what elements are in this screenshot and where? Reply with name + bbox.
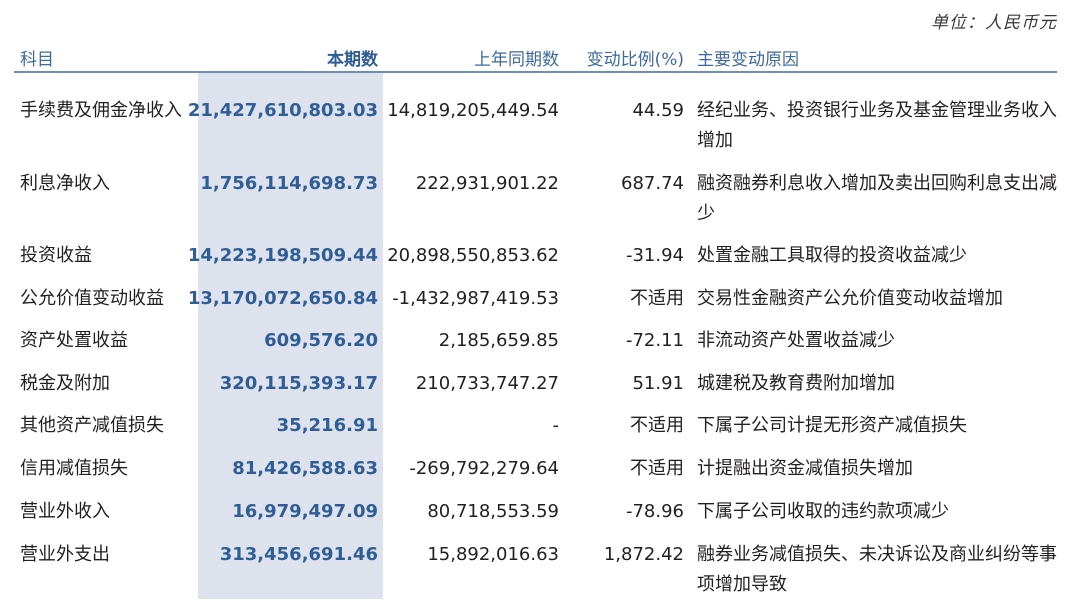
header-prior: 上年同期数 bbox=[474, 50, 559, 70]
row-current: 81,426,588.63 bbox=[232, 458, 378, 479]
row-prior: 14,819,205,449.54 bbox=[387, 100, 559, 121]
row-prior: -269,792,279.64 bbox=[409, 458, 559, 479]
row-subject: 营业外支出 bbox=[20, 544, 110, 565]
row-change: 51.91 bbox=[632, 373, 684, 394]
row-prior: 2,185,659.85 bbox=[438, 330, 559, 351]
row-subject: 税金及附加 bbox=[20, 373, 110, 394]
row-current: 609,576.20 bbox=[264, 330, 378, 351]
row-prior: 15,892,016.63 bbox=[427, 544, 559, 565]
row-prior: 20,898,550,853.62 bbox=[387, 245, 559, 266]
header-reason: 主要变动原因 bbox=[697, 50, 799, 70]
row-current: 313,456,691.46 bbox=[219, 544, 378, 565]
row-subject: 公允价值变动收益 bbox=[20, 288, 164, 309]
row-change: 不适用 bbox=[630, 458, 684, 479]
row-subject: 信用减值损失 bbox=[20, 458, 128, 479]
row-prior: 80,718,553.59 bbox=[427, 501, 559, 522]
row-reason: 计提融出资金减值损失增加 bbox=[697, 458, 913, 479]
row-current: 1,756,114,698.73 bbox=[200, 173, 378, 194]
row-reason: 城建税及教育费附加增加 bbox=[697, 373, 895, 394]
row-change: -31.94 bbox=[625, 245, 684, 266]
row-current: 21,427,610,803.03 bbox=[187, 100, 378, 121]
row-change: 不适用 bbox=[630, 288, 684, 309]
header-divider bbox=[14, 71, 1057, 73]
row-reason: 处置金融工具取得的投资收益减少 bbox=[697, 245, 967, 266]
row-current: 16,979,497.09 bbox=[232, 501, 378, 522]
row-reason: 融资融券利息收入增加及卖出回购利息支出减少 bbox=[697, 173, 1057, 224]
table-header: 科目 本期数 上年同期数 变动比例(%) 主要变动原因 bbox=[0, 42, 1071, 72]
row-change: 687.74 bbox=[621, 173, 684, 194]
row-current: 35,216.91 bbox=[276, 415, 378, 436]
unit-label: 单位：人民币元 bbox=[931, 13, 1057, 33]
header-subject: 科目 bbox=[20, 50, 54, 70]
row-subject: 利息净收入 bbox=[20, 173, 110, 194]
row-change: 1,872.42 bbox=[603, 544, 684, 565]
row-subject: 手续费及佣金净收入 bbox=[20, 100, 182, 121]
header-current: 本期数 bbox=[327, 50, 378, 70]
row-prior: - bbox=[552, 415, 560, 436]
row-current: 320,115,393.17 bbox=[219, 373, 378, 394]
row-reason: 融券业务减值损失、未决诉讼及商业纠纷等事项增加导致 bbox=[697, 544, 1057, 595]
row-prior: 222,931,901.22 bbox=[415, 173, 559, 194]
row-reason: 经纪业务、投资银行业务及基金管理业务收入增加 bbox=[697, 100, 1057, 151]
row-prior: -1,432,987,419.53 bbox=[392, 288, 559, 309]
row-reason: 下属子公司计提无形资产减值损失 bbox=[697, 415, 967, 436]
row-change: 不适用 bbox=[630, 415, 684, 436]
row-subject: 营业外收入 bbox=[20, 501, 110, 522]
row-reason: 交易性金融资产公允价值变动收益增加 bbox=[697, 288, 1003, 309]
row-change: -72.11 bbox=[625, 330, 684, 351]
row-subject: 资产处置收益 bbox=[20, 330, 128, 351]
row-prior: 210,733,747.27 bbox=[415, 373, 559, 394]
header-change: 变动比例(%) bbox=[586, 50, 684, 70]
row-current: 14,223,198,509.44 bbox=[187, 245, 378, 266]
row-change: 44.59 bbox=[632, 100, 684, 121]
row-subject: 投资收益 bbox=[20, 245, 92, 266]
row-change: -78.96 bbox=[625, 501, 684, 522]
row-current: 13,170,072,650.84 bbox=[187, 288, 378, 309]
row-reason: 非流动资产处置收益减少 bbox=[697, 330, 895, 351]
row-reason: 下属子公司收取的违约款项减少 bbox=[697, 501, 949, 522]
row-subject: 其他资产减值损失 bbox=[20, 415, 164, 436]
